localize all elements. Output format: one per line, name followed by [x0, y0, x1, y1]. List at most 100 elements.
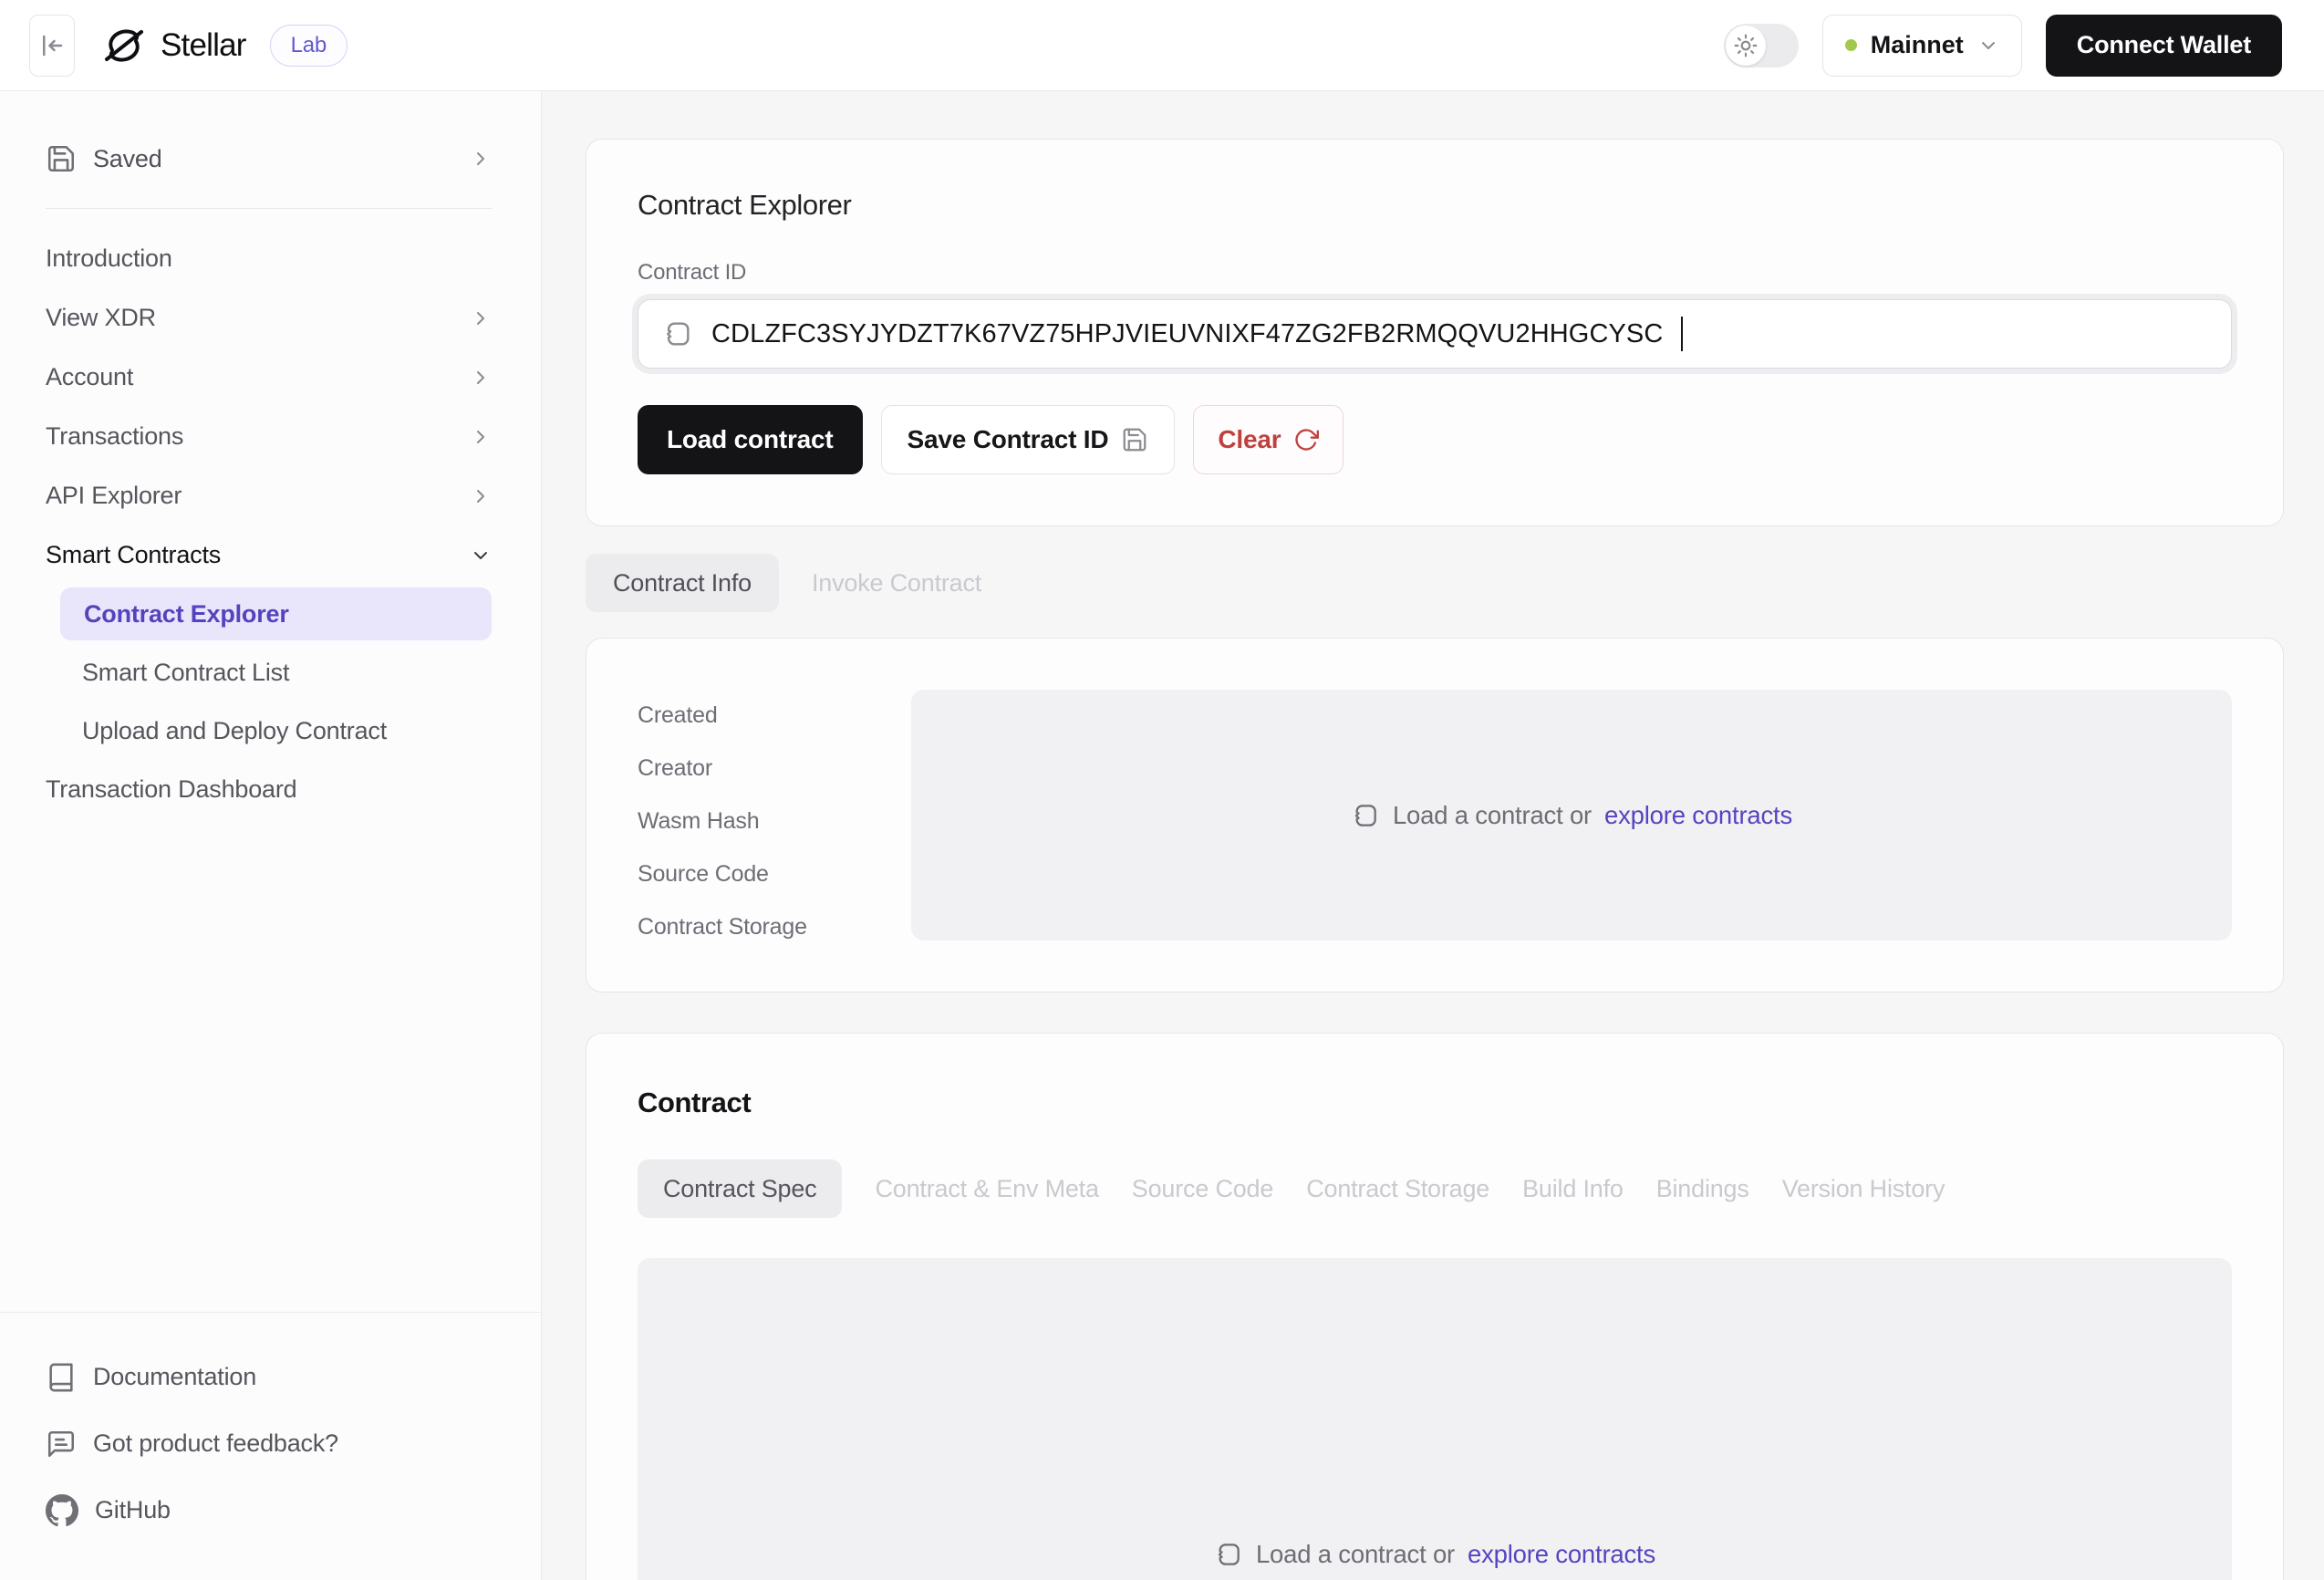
contract-id-label: Contract ID: [638, 260, 2232, 286]
field-label-source-code: Source Code: [638, 861, 911, 888]
tab-bindings[interactable]: Bindings: [1656, 1159, 1749, 1218]
explore-contracts-link[interactable]: explore contracts: [1468, 1540, 1655, 1569]
page-title: Contract Explorer: [638, 189, 2232, 222]
sidebar-divider: [46, 208, 492, 209]
sidebar-item-transactions[interactable]: Transactions: [46, 407, 492, 466]
sidebar-item-saved[interactable]: Saved: [46, 133, 492, 184]
explorer-actions: Load contract Save Contract ID Clear: [638, 405, 2232, 474]
chevron-right-icon: [470, 148, 492, 170]
brand-name: Stellar: [161, 27, 246, 64]
sidebar-item-upload-deploy-contract[interactable]: Upload and Deploy Contract: [46, 702, 492, 760]
sidebar-item-label: Introduction: [46, 244, 172, 273]
sidebar-item-contract-explorer[interactable]: Contract Explorer: [60, 587, 492, 640]
field-label-wasm-hash: Wasm Hash: [638, 808, 911, 835]
sidebar-link-label: GitHub: [95, 1496, 171, 1524]
sidebar-item-view-xdr[interactable]: View XDR: [46, 288, 492, 348]
contract-info-fields: Created Creator Wasm Hash Source Code Co…: [638, 690, 911, 941]
theme-toggle[interactable]: [1724, 24, 1799, 68]
sidebar-item-account[interactable]: Account: [46, 348, 492, 407]
sidebar-item-api-explorer[interactable]: API Explorer: [46, 466, 492, 525]
sidebar-link-label: Documentation: [93, 1363, 256, 1391]
book-icon: [46, 1362, 77, 1393]
save-contract-id-button[interactable]: Save Contract ID: [881, 405, 1176, 474]
tab-contract-env-meta[interactable]: Contract & Env Meta: [875, 1159, 1098, 1218]
sidebar-item-introduction[interactable]: Introduction: [46, 229, 492, 288]
chevron-right-icon: [470, 426, 492, 448]
stellar-logo-icon: [102, 24, 146, 68]
sidebar-footer: Documentation Got product feedback? GitH…: [0, 1312, 541, 1580]
empty-state-message: Load a contract or explore contracts: [1351, 801, 1792, 830]
text-caret: [1681, 317, 1683, 351]
sidebar-item-label: Contract Explorer: [84, 600, 289, 629]
chevron-right-icon: [470, 367, 492, 389]
sidebar-item-label: Account: [46, 363, 133, 391]
header: Stellar Lab Mainnet Connect Wallet: [0, 0, 2324, 91]
lab-badge: Lab: [270, 25, 348, 67]
clear-button[interactable]: Clear: [1193, 405, 1344, 474]
chevron-right-icon: [470, 307, 492, 329]
network-label: Mainnet: [1871, 31, 1964, 59]
contract-tabs: Contract Info Invoke Contract: [586, 554, 2284, 612]
sidebar-link-label: Got product feedback?: [93, 1429, 338, 1458]
sidebar: Saved Introduction View XDR Account Tran…: [0, 91, 542, 1580]
tab-build-info[interactable]: Build Info: [1522, 1159, 1624, 1218]
sidebar-item-label: Transaction Dashboard: [46, 775, 296, 804]
sidebar-link-feedback[interactable]: Got product feedback?: [46, 1410, 495, 1477]
contract-explorer-card: Contract Explorer Contract ID CDLZFC3SYJ…: [586, 139, 2284, 526]
sidebar-item-transaction-dashboard[interactable]: Transaction Dashboard: [46, 760, 492, 819]
contract-section-title: Contract: [638, 1086, 2232, 1119]
contract-detail-card: Contract Contract Spec Contract & Env Me…: [586, 1033, 2284, 1580]
message-bubble-icon: [46, 1429, 77, 1460]
sun-icon: [1734, 34, 1758, 57]
header-actions: Mainnet Connect Wallet: [1724, 15, 2282, 77]
contract-file-icon: [662, 318, 693, 349]
sidebar-item-label: View XDR: [46, 304, 156, 332]
sidebar-item-label: Upload and Deploy Contract: [82, 717, 387, 745]
theme-knob: [1726, 26, 1766, 66]
sidebar-link-github[interactable]: GitHub: [46, 1477, 495, 1544]
sidebar-item-label: Saved: [93, 145, 162, 173]
tab-contract-spec[interactable]: Contract Spec: [638, 1159, 842, 1218]
save-contract-id-label: Save Contract ID: [908, 425, 1109, 454]
sidebar-item-label: API Explorer: [46, 482, 182, 510]
empty-state-message: Load a contract or explore contracts: [1214, 1540, 1655, 1569]
field-label-creator: Creator: [638, 755, 911, 782]
chevron-right-icon: [470, 485, 492, 507]
tab-invoke-contract[interactable]: Invoke Contract: [795, 554, 998, 612]
chevron-down-icon: [470, 545, 492, 567]
contract-id-value: CDLZFC3SYJYDZT7K67VZ75HPJVIEUVNIXF47ZG2F…: [711, 319, 1663, 349]
sidebar-item-smart-contract-list[interactable]: Smart Contract List: [46, 643, 492, 702]
sidebar-item-smart-contracts[interactable]: Smart Contracts: [46, 525, 492, 585]
load-contract-button[interactable]: Load contract: [638, 405, 863, 474]
sidebar-item-label: Smart Contracts: [46, 541, 221, 569]
connect-wallet-button[interactable]: Connect Wallet: [2046, 15, 2282, 77]
contract-file-icon: [1214, 1540, 1243, 1569]
tab-source-code[interactable]: Source Code: [1132, 1159, 1273, 1218]
rotate-cw-icon: [1293, 427, 1319, 452]
brand[interactable]: Stellar Lab: [102, 24, 348, 68]
floppy-disk-icon: [1121, 426, 1148, 453]
tab-version-history[interactable]: Version History: [1782, 1159, 1945, 1218]
collapse-sidebar-button[interactable]: [29, 15, 75, 77]
contract-id-input[interactable]: CDLZFC3SYJYDZT7K67VZ75HPJVIEUVNIXF47ZG2F…: [638, 299, 2232, 369]
contract-info-empty-state: Load a contract or explore contracts: [911, 690, 2232, 941]
contract-spec-empty-state: Load a contract or explore contracts: [638, 1258, 2232, 1580]
field-label-contract-storage: Contract Storage: [638, 914, 911, 941]
contract-file-icon: [1351, 801, 1380, 830]
github-icon: [46, 1494, 78, 1527]
tab-contract-storage[interactable]: Contract Storage: [1306, 1159, 1489, 1218]
empty-state-text: Load a contract or: [1256, 1540, 1455, 1569]
sidebar-link-documentation[interactable]: Documentation: [46, 1344, 495, 1410]
field-label-created: Created: [638, 702, 911, 729]
sidebar-item-label: Smart Contract List: [82, 659, 289, 687]
contract-detail-tabs: Contract Spec Contract & Env Meta Source…: [638, 1159, 2232, 1218]
tab-contract-info[interactable]: Contract Info: [586, 554, 779, 612]
contract-info-panel: Created Creator Wasm Hash Source Code Co…: [586, 638, 2284, 993]
sidebar-item-label: Transactions: [46, 422, 183, 451]
explore-contracts-link[interactable]: explore contracts: [1604, 801, 1792, 830]
app-shell: Saved Introduction View XDR Account Tran…: [0, 91, 2324, 1580]
network-selector[interactable]: Mainnet: [1822, 15, 2022, 77]
empty-state-text: Load a contract or: [1393, 801, 1592, 830]
clear-label: Clear: [1218, 425, 1281, 454]
sidebar-nav: Saved Introduction View XDR Account Tran…: [0, 91, 541, 1312]
